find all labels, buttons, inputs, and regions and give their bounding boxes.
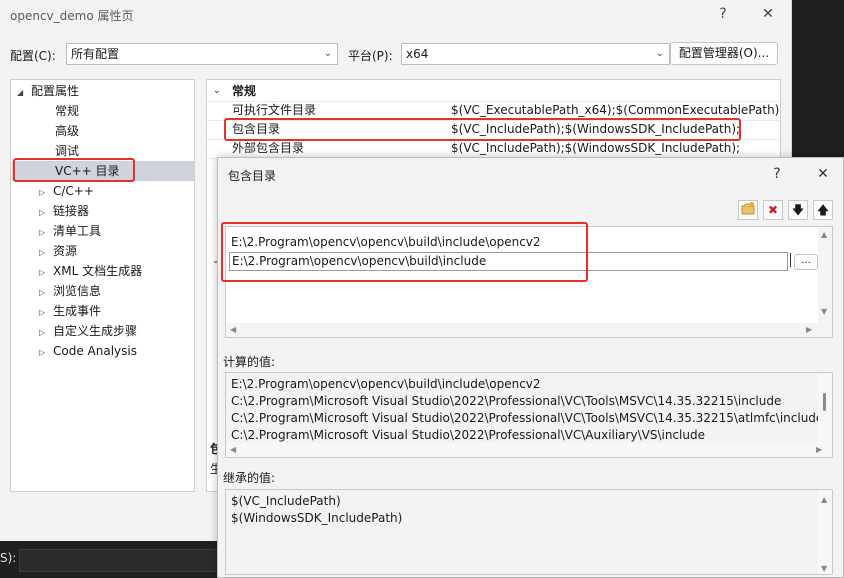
dialog-help-button[interactable]: ? [766, 164, 788, 184]
highlight-edit-lines [221, 222, 588, 282]
vertical-scrollbar[interactable] [818, 373, 832, 444]
scroll-left-icon[interactable]: ◀ [230, 325, 236, 334]
horizontal-scrollbar[interactable]: ◀ ▶ [226, 443, 832, 457]
list-item: C:\2.Program\Microsoft Visual Studio\202… [231, 411, 824, 425]
computed-values-label: 计算的值: [223, 355, 276, 369]
tree-item[interactable]: ▷ 生成事件 [39, 301, 101, 321]
delete-line-icon[interactable]: ✖ [763, 200, 783, 220]
scroll-up-icon[interactable]: ▲ [821, 495, 827, 504]
collapsed-triangle-icon[interactable]: ▷ [39, 283, 53, 303]
list-item: E:\2.Program\opencv\opencv\build\include… [231, 377, 541, 391]
vertical-scrollbar[interactable]: ▲ ▼ [818, 490, 832, 574]
list-item: $(VC_IncludePath) [231, 494, 341, 508]
close-button[interactable]: ✕ [757, 4, 779, 24]
tree-item[interactable]: ▷ XML 文档生成器 [39, 261, 142, 281]
config-value: 所有配置 [71, 47, 120, 61]
platform-select[interactable]: x64 ⌄ [401, 43, 670, 65]
scroll-down-icon[interactable]: ▼ [821, 564, 827, 573]
tree-item[interactable]: ▷ 浏览信息 [39, 281, 101, 301]
scroll-thumb[interactable] [823, 393, 826, 411]
chevron-down-icon: ⌄ [323, 48, 332, 59]
platform-value: x64 [406, 47, 429, 61]
tree-item[interactable]: ▷ C/C++ [39, 181, 94, 201]
chevron-down-icon: ⌄ [655, 48, 664, 59]
collapsed-triangle-icon[interactable]: ▷ [39, 223, 53, 243]
collapsed-triangle-icon[interactable]: ▷ [39, 263, 53, 283]
collapsed-triangle-icon[interactable]: ▷ [39, 323, 53, 343]
config-manager-button[interactable]: 配置管理器(O)... [670, 42, 778, 65]
list-item: C:\2.Program\Microsoft Visual Studio\202… [231, 428, 705, 442]
property-tree: ◢ 配置属性 常规 高级 调试 VC++ 目录 ▷ C/C++ ▷ 链接器 ▷ 清单工具 ▷ 资源 ▷ XM… [10, 79, 195, 492]
config-select[interactable]: 所有配置 ⌄ [66, 43, 338, 65]
collapse-chevron-icon: ⌄ [213, 86, 221, 96]
horizontal-scrollbar[interactable]: ◀ ▶ [226, 323, 819, 337]
scroll-down-icon[interactable]: ▼ [821, 307, 827, 316]
collapsed-triangle-icon[interactable]: ▷ [39, 243, 53, 263]
tree-root[interactable]: ◢ 配置属性 [17, 81, 79, 101]
expanded-triangle-icon: ◢ [17, 88, 24, 97]
browse-button[interactable]: ... [794, 254, 818, 270]
move-up-icon[interactable]: 🡅 [813, 200, 833, 220]
config-label: 配置(C): [10, 49, 56, 63]
highlight-include-row [224, 118, 741, 141]
computed-values-list: E:\2.Program\opencv\opencv\build\include… [225, 372, 833, 458]
tree-item[interactable]: ▷ 资源 [39, 241, 77, 261]
collapsed-triangle-icon[interactable]: ▷ [39, 183, 53, 203]
collapsed-triangle-icon[interactable]: ▷ [39, 303, 53, 323]
help-button[interactable]: ? [712, 4, 734, 24]
tree-item[interactable]: ▷ 清单工具 [39, 221, 101, 241]
collapsed-triangle-icon[interactable]: ▷ [39, 203, 53, 223]
platform-label: 平台(P): [348, 49, 393, 63]
highlight-vc-dirs [13, 158, 135, 182]
dialog-close-button[interactable]: ✕ [812, 164, 834, 184]
vertical-scrollbar[interactable]: ▲ ▼ [818, 227, 832, 337]
window-title: opencv_demo 属性页 [10, 9, 134, 23]
inherited-values-label: 继承的值: [223, 471, 276, 485]
inherited-values-list: $(VC_IncludePath) $(WindowsSDK_IncludePa… [225, 489, 833, 575]
move-down-icon[interactable]: 🡇 [788, 200, 808, 220]
output-label: S): [0, 551, 17, 565]
scroll-left-icon[interactable]: ◀ [230, 445, 236, 454]
collapsed-triangle-icon[interactable]: ▷ [39, 343, 53, 363]
tree-item[interactable]: 常规 [55, 101, 79, 121]
scroll-up-icon[interactable]: ▲ [821, 230, 827, 239]
tree-item[interactable]: ▷ 自定义生成步骤 [39, 321, 137, 341]
scroll-right-icon[interactable]: ▶ [806, 325, 812, 334]
include-dirs-dialog: 包含目录 ? ✕ ✖ 🡇 🡅 E:\2.Program\opencv\openc… [217, 157, 844, 578]
grid-section-header[interactable]: ⌄ 常规 [207, 82, 780, 102]
tree-item[interactable]: 高级 [55, 121, 79, 141]
dialog-title: 包含目录 [228, 169, 277, 183]
list-item: $(WindowsSDK_IncludePath) [231, 511, 403, 525]
tree-item[interactable]: ▷ 链接器 [39, 201, 89, 221]
grid-row-external-include-dirs[interactable]: 外部包含目录 $(VC_IncludePath);$(WindowsSDK_In… [207, 139, 780, 159]
list-item: C:\2.Program\Microsoft Visual Studio\202… [231, 394, 782, 408]
new-line-icon[interactable] [738, 200, 758, 220]
tree-item[interactable]: ▷ Code Analysis [39, 341, 137, 361]
scroll-right-icon[interactable]: ▶ [816, 445, 822, 454]
